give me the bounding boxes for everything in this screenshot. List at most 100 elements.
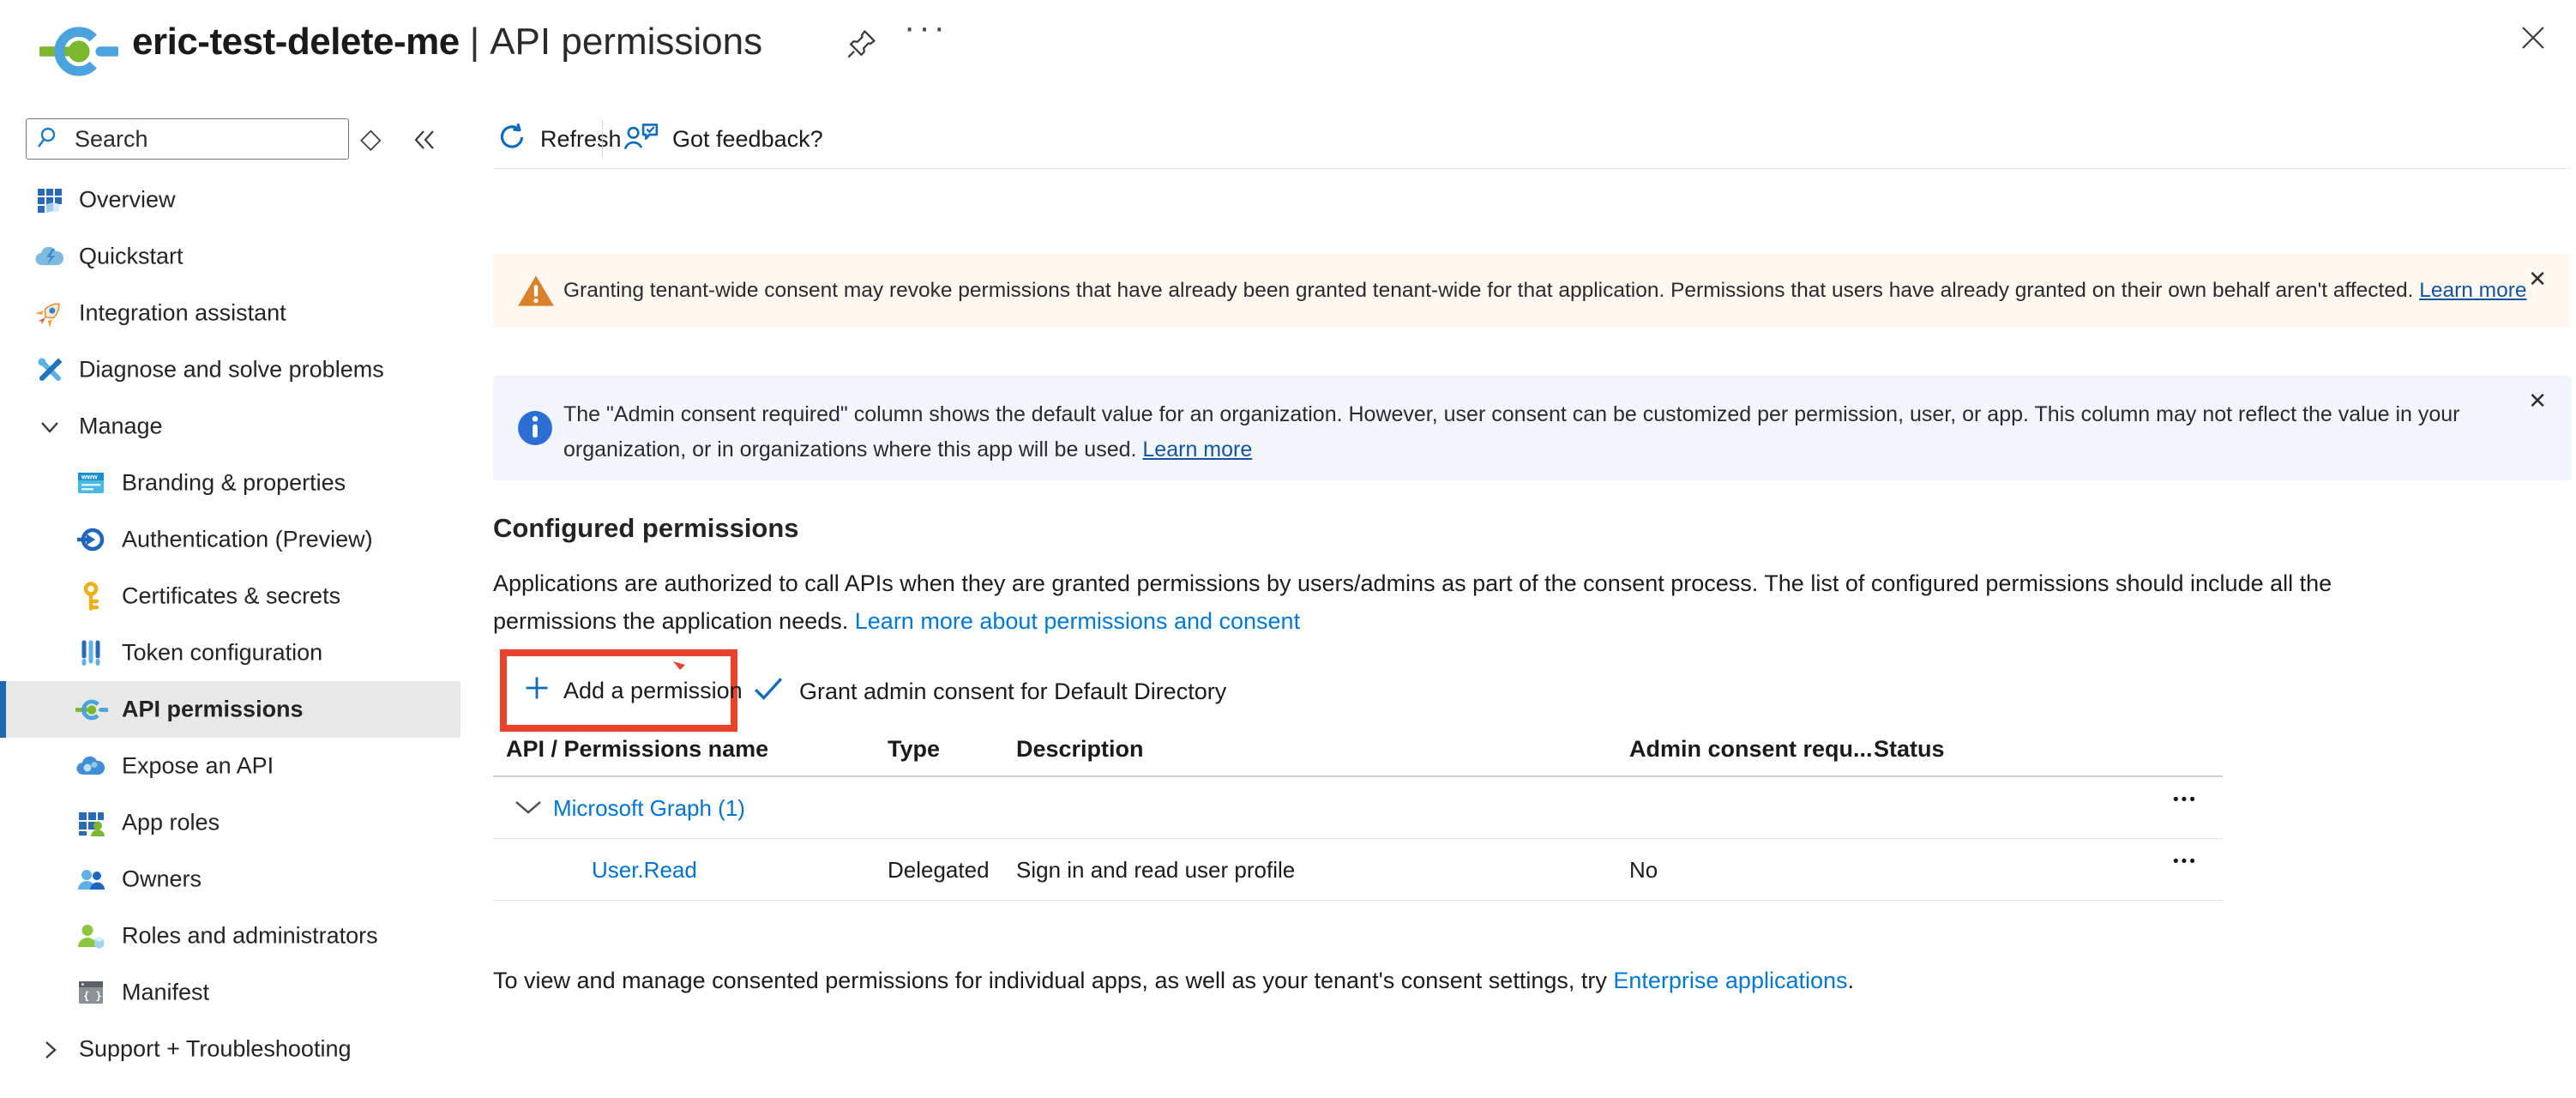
sidebar-item-diagnose[interactable]: Diagnose and solve problems: [0, 341, 480, 398]
close-blade-icon[interactable]: [2518, 22, 2549, 57]
permission-description: Sign in and read user profile: [1016, 857, 1295, 884]
chevron-right-icon: [38, 1038, 62, 1066]
api-permissions-page: eric-test-delete-me|API permissions ··· …: [0, 0, 2576, 1098]
sidebar-item-token-configuration[interactable]: Token configuration: [0, 624, 480, 681]
pin-icon[interactable]: [846, 27, 878, 64]
sidebar-nav: Overview Quickstart Integration assistan…: [0, 172, 480, 1077]
footer-note: To view and manage consented permissions…: [493, 968, 1854, 994]
sidebar-item-label: Certificates & secrets: [122, 583, 340, 610]
column-header-description: Description: [1016, 736, 1144, 763]
sidebar-item-certificates[interactable]: Certificates & secrets: [0, 568, 480, 624]
manifest-icon: { }: [75, 977, 106, 1008]
branding-icon: www: [75, 468, 106, 498]
check-icon: [753, 676, 784, 708]
table-row-divider: [493, 900, 2223, 901]
sidebar-item-label: Authentication (Preview): [122, 527, 373, 553]
warning-text: Granting tenant-wide consent may revoke …: [563, 279, 2527, 303]
sidebar-item-manifest[interactable]: { } Manifest: [0, 964, 480, 1021]
sidebar-item-app-roles[interactable]: App roles: [0, 794, 480, 851]
sidebar-item-label: Branding & properties: [122, 470, 346, 497]
enterprise-applications-link[interactable]: Enterprise applications: [1613, 968, 1847, 993]
key-icon: [75, 581, 106, 612]
info-icon: [517, 410, 553, 450]
cloud-gears-icon: [75, 751, 106, 781]
info-message: The "Admin consent required" column show…: [563, 402, 2460, 462]
info-banner: The "Admin consent required" column show…: [493, 376, 2571, 480]
svg-text:www: www: [81, 474, 98, 481]
feedback-button[interactable]: Got feedback?: [623, 120, 823, 158]
permissions-consent-link[interactable]: Learn more about permissions and consent: [855, 608, 1300, 634]
microsoft-graph-group-link[interactable]: Microsoft Graph (1): [553, 795, 745, 822]
warning-close-icon[interactable]: ✕: [2528, 266, 2547, 293]
table-row-divider: [493, 838, 2223, 839]
content-divider: [493, 168, 2571, 169]
app-name: eric-test-delete-me: [132, 21, 460, 63]
api-permissions-icon: [75, 694, 106, 725]
warning-learn-more-link[interactable]: Learn more: [2419, 279, 2526, 302]
permission-name-link[interactable]: User.Read: [592, 857, 697, 884]
cursor-artifact: [672, 660, 688, 675]
page-name: API permissions: [490, 21, 762, 63]
sidebar-search: [26, 118, 349, 160]
warning-message: Granting tenant-wide consent may revoke …: [563, 279, 2413, 302]
toolbar-divider: [602, 120, 603, 158]
app-roles-icon: [75, 807, 106, 838]
sidebar-group-manage[interactable]: Manage: [0, 398, 480, 455]
title-separator: |: [460, 21, 490, 63]
sidebar-item-branding[interactable]: www Branding & properties: [0, 455, 480, 511]
sidebar-item-api-permissions[interactable]: API permissions: [0, 681, 460, 738]
chevron-down-icon: [38, 415, 62, 443]
sidebar-group-label: Support + Troubleshooting: [79, 1036, 351, 1063]
add-permission-button[interactable]: Add a permission: [507, 656, 731, 725]
tools-icon: [34, 354, 65, 385]
api-permissions-app-icon: [39, 24, 118, 83]
sidebar-item-label: App roles: [122, 810, 220, 836]
sidebar-item-quickstart[interactable]: Quickstart: [0, 228, 480, 285]
warning-banner: Granting tenant-wide consent may revoke …: [493, 254, 2571, 328]
resize-icon[interactable]: ◇: [360, 122, 382, 154]
column-header-type: Type: [888, 736, 940, 763]
sidebar-group-support[interactable]: Support + Troubleshooting: [0, 1021, 480, 1077]
sidebar-item-label: Expose an API: [122, 753, 274, 780]
sidebar-item-roles-administrators[interactable]: Roles and administrators: [0, 908, 480, 964]
grant-admin-consent-button[interactable]: Grant admin consent for Default Director…: [753, 671, 1226, 712]
overview-icon: [34, 184, 65, 215]
sidebar-item-label: Diagnose and solve problems: [79, 357, 384, 383]
sidebar-item-label: Roles and administrators: [122, 923, 378, 950]
plus-icon: [524, 675, 550, 707]
sidebar-item-owners[interactable]: Owners: [0, 851, 480, 908]
sidebar-item-expose-api[interactable]: Expose an API: [0, 738, 480, 794]
group-expand-chevron-icon[interactable]: [515, 799, 542, 819]
description-text: Applications are authorized to call APIs…: [493, 570, 2332, 634]
svg-text:{ }: { }: [83, 990, 102, 1002]
more-actions-icon[interactable]: ···: [904, 9, 948, 47]
warning-icon: [517, 274, 555, 312]
sidebar-item-overview[interactable]: Overview: [0, 172, 480, 228]
permission-type: Delegated: [888, 857, 990, 884]
sidebar-item-label: Owners: [122, 866, 202, 893]
sidebar-group-label: Manage: [79, 413, 163, 440]
rocket-icon: [34, 298, 65, 329]
column-header-admin-consent: Admin consent requ...: [1629, 736, 1873, 763]
permission-row-actions-icon[interactable]: •••: [2173, 853, 2198, 872]
column-header-status: Status: [1874, 736, 1945, 763]
info-text: The "Admin consent required" column show…: [563, 397, 2544, 468]
feedback-label: Got feedback?: [672, 126, 823, 153]
column-header-api-permissions-name: API / Permissions name: [506, 736, 768, 763]
token-bars-icon: [75, 637, 106, 668]
page-title: eric-test-delete-me|API permissions: [132, 21, 762, 63]
sidebar-item-label: Overview: [79, 187, 176, 214]
sidebar-item-label: API permissions: [122, 697, 304, 723]
feedback-icon: [623, 120, 660, 159]
sidebar-item-label: Quickstart: [79, 244, 184, 270]
sidebar-item-label: Manifest: [122, 980, 209, 1006]
search-input[interactable]: [75, 126, 338, 153]
sidebar-item-integration-assistant[interactable]: Integration assistant: [0, 285, 480, 341]
grant-admin-consent-label: Grant admin consent for Default Director…: [799, 679, 1226, 705]
group-row-actions-icon[interactable]: •••: [2173, 791, 2198, 810]
info-learn-more-link[interactable]: Learn more: [1142, 437, 1252, 462]
info-close-icon[interactable]: ✕: [2528, 388, 2547, 414]
sidebar-item-authentication[interactable]: Authentication (Preview): [0, 511, 480, 568]
sidebar-item-label: Token configuration: [122, 640, 322, 667]
collapse-sidebar-icon[interactable]: [410, 125, 439, 159]
